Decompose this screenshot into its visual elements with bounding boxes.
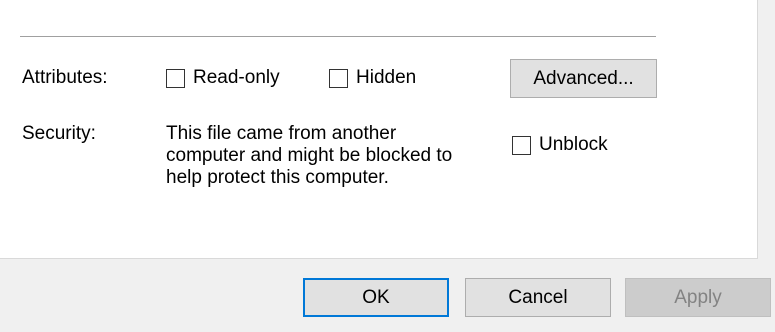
advanced-button[interactable]: Advanced... xyxy=(510,59,657,98)
security-label: Security: xyxy=(22,123,96,144)
separator-line xyxy=(20,36,656,37)
unblock-checkbox-box[interactable] xyxy=(512,135,531,155)
apply-button[interactable]: Apply xyxy=(625,278,771,317)
general-tab-panel: Attributes: Read-only Hidden Advanced...… xyxy=(0,0,758,259)
security-message: This file came from another computer and… xyxy=(166,123,506,189)
file-properties-dialog: Attributes: Read-only Hidden Advanced...… xyxy=(0,0,775,332)
unblock-checkbox[interactable]: Unblock xyxy=(512,134,608,156)
hidden-checkbox-box[interactable] xyxy=(329,68,348,88)
security-message-line: computer and might be blocked to xyxy=(166,145,453,166)
read-only-checkbox-box[interactable] xyxy=(166,68,185,88)
read-only-checkbox[interactable]: Read-only xyxy=(166,67,280,89)
security-message-line: This file came from another xyxy=(166,123,397,144)
unblock-label: Unblock xyxy=(539,134,608,155)
security-message-line: help protect this computer. xyxy=(166,167,389,188)
attributes-label: Attributes: xyxy=(22,67,108,88)
ok-button[interactable]: OK xyxy=(303,278,449,317)
cancel-button[interactable]: Cancel xyxy=(465,278,611,317)
hidden-checkbox[interactable]: Hidden xyxy=(329,67,416,89)
read-only-label: Read-only xyxy=(193,67,280,88)
hidden-label: Hidden xyxy=(356,67,417,88)
